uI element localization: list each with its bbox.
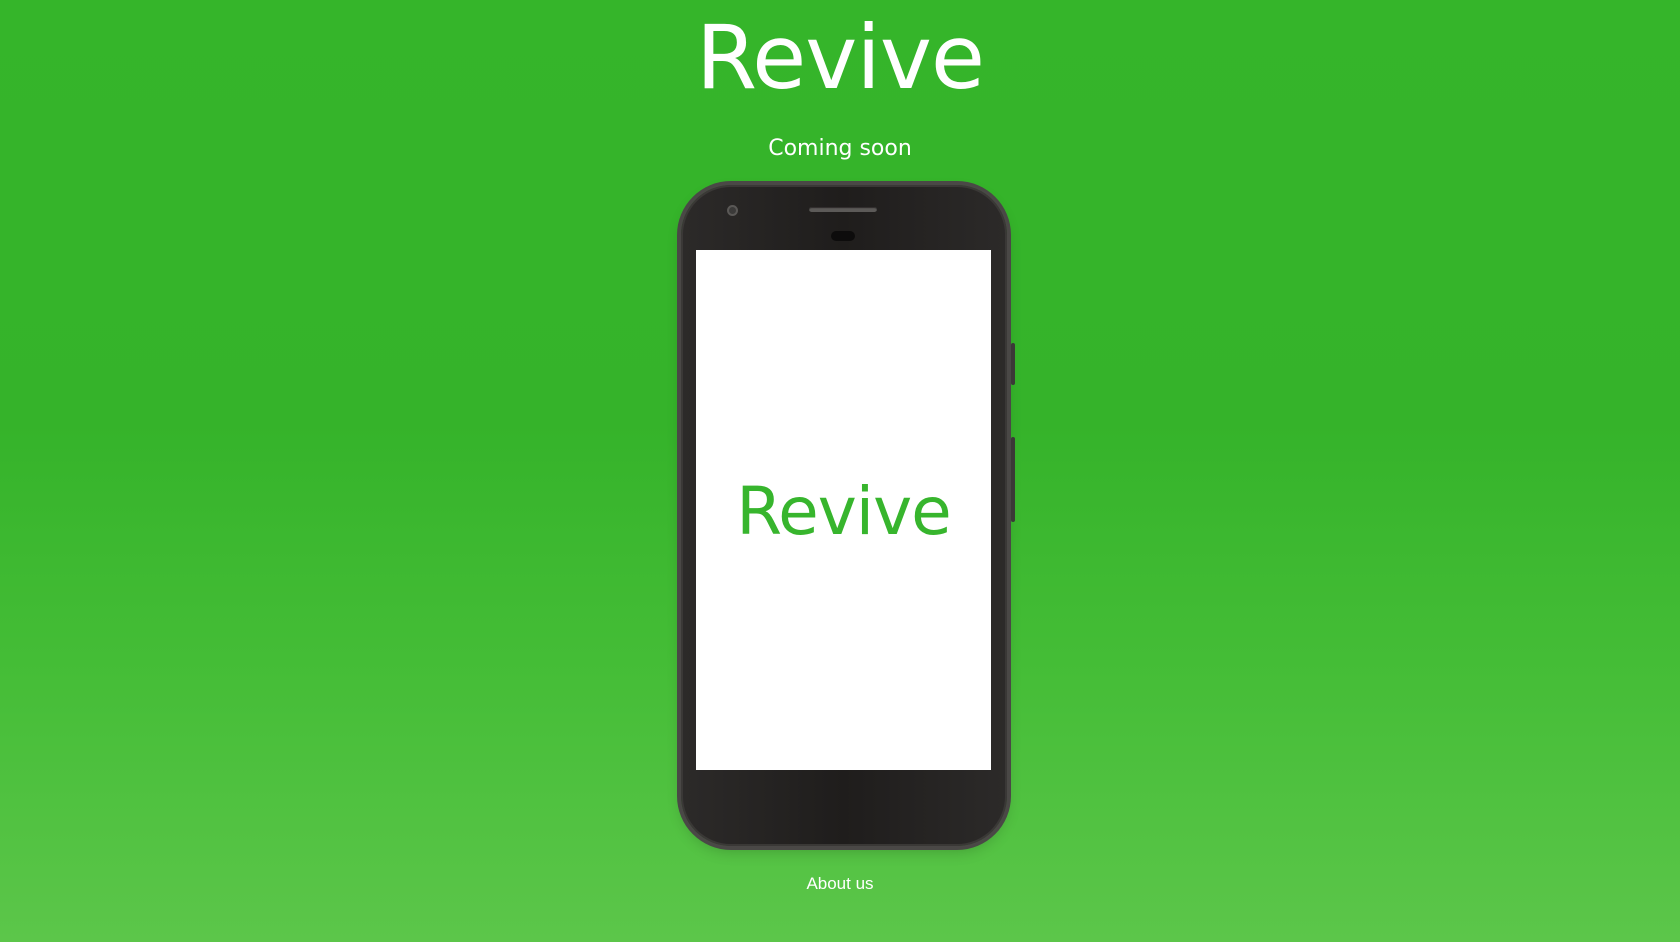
phone-speaker <box>809 207 877 212</box>
phone-sensor <box>831 231 855 241</box>
footer: About us <box>0 872 1680 896</box>
phone-screen: Revive <box>696 250 991 770</box>
screen-logo: Revive <box>736 472 952 550</box>
front-camera-icon <box>727 205 738 216</box>
about-us-link[interactable]: About us <box>806 874 873 893</box>
page-title: Revive <box>695 6 985 109</box>
phone-power-button <box>1011 343 1015 385</box>
phone-mockup: Revive <box>681 185 1015 846</box>
coming-soon-subtitle: Coming soon <box>768 136 912 161</box>
phone-volume-button <box>1011 437 1015 522</box>
